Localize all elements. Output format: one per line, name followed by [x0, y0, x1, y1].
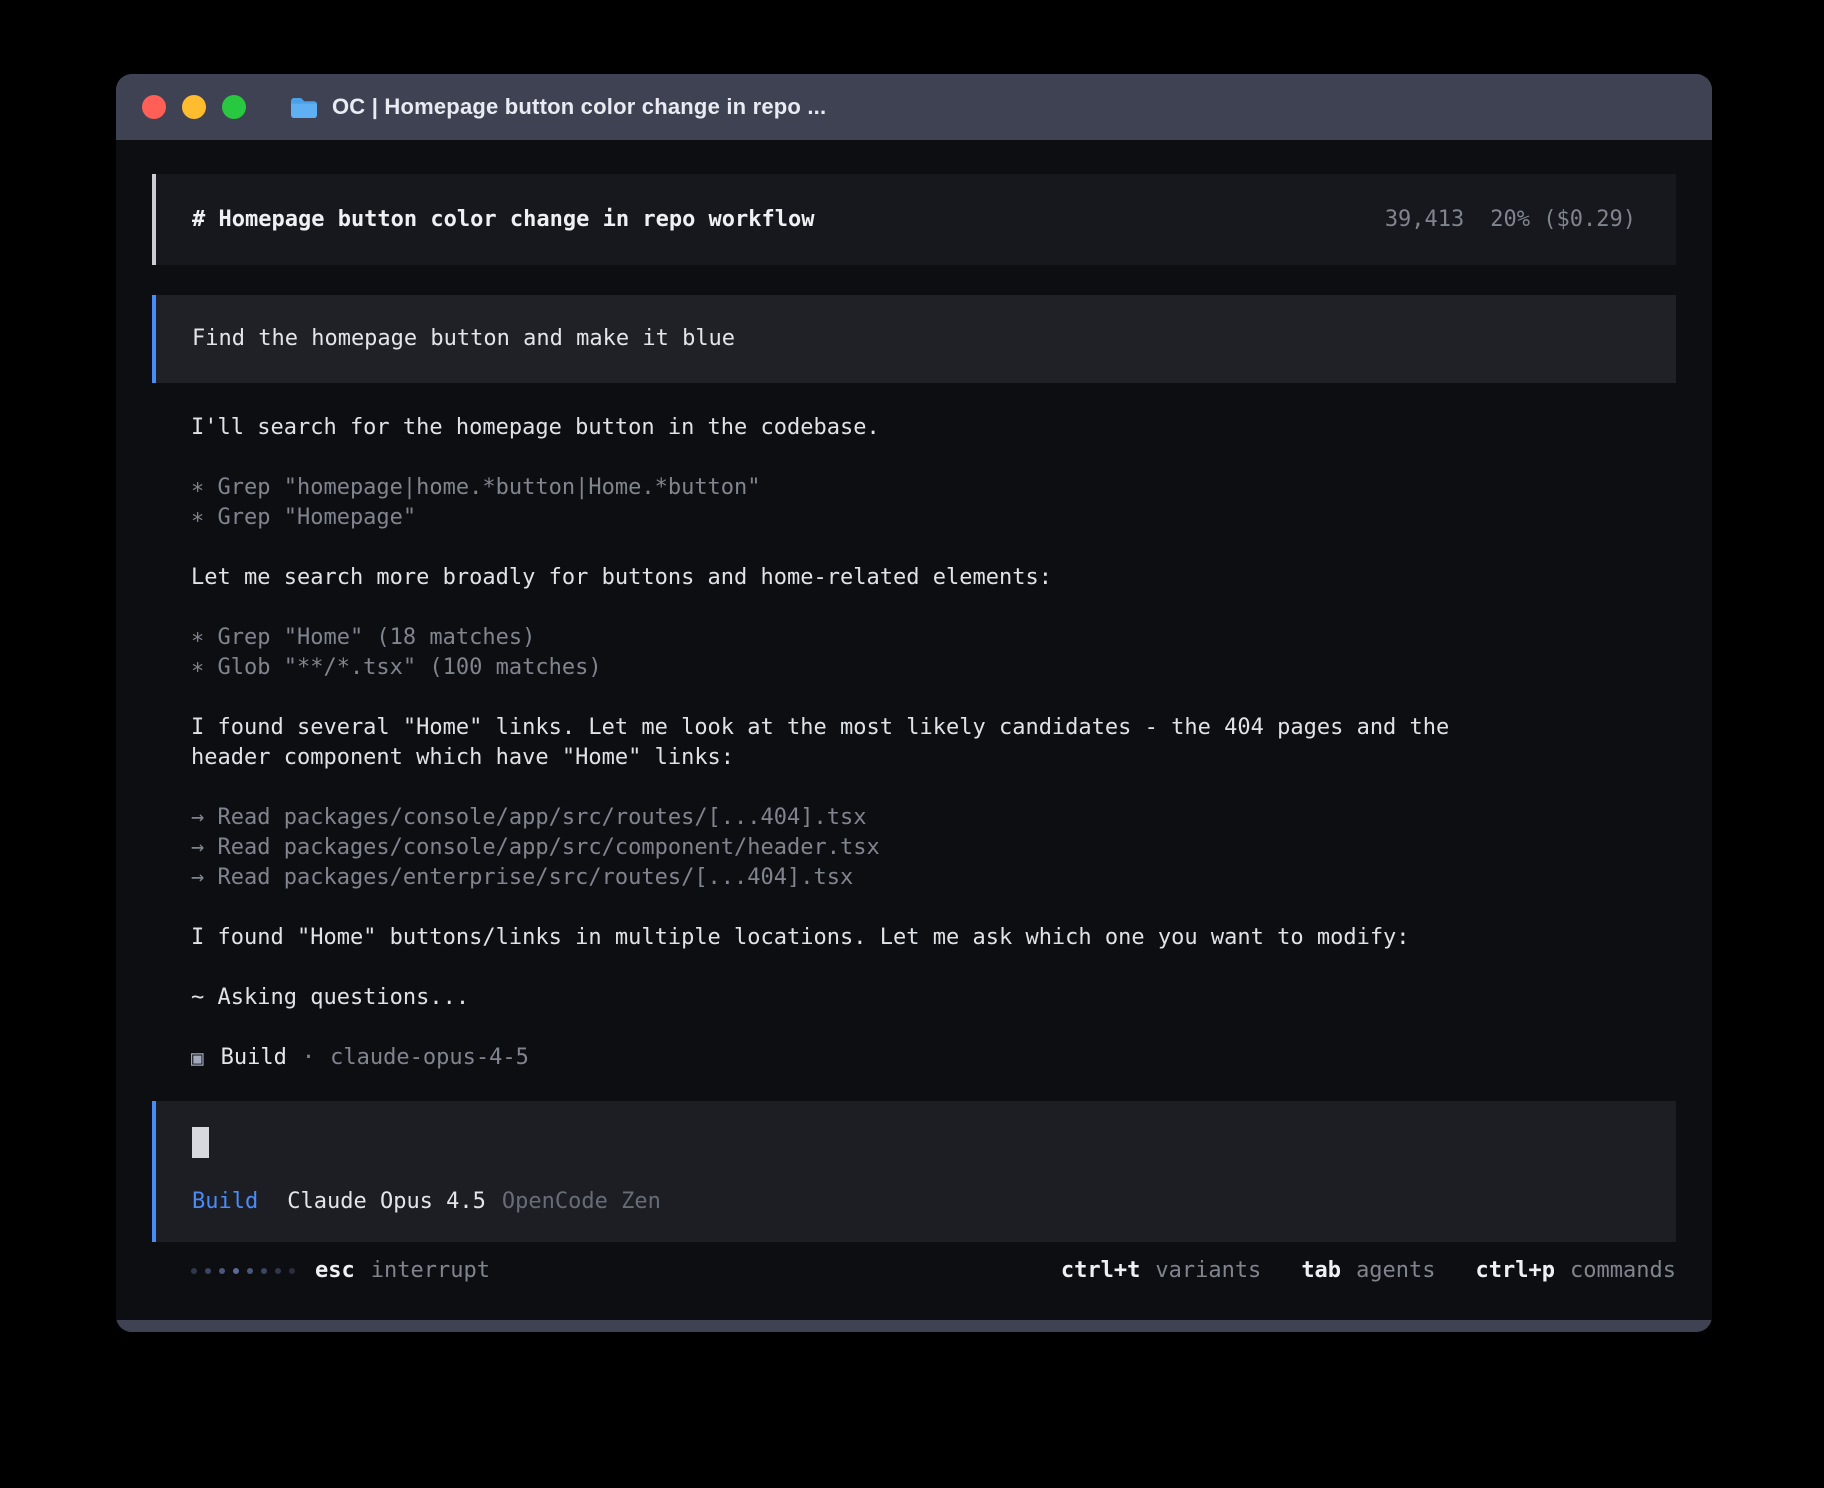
assistant-text: Let me search more broadly for buttons a… [191, 563, 1676, 593]
session-title: # Homepage button color change in repo w… [192, 205, 815, 235]
tool-call-lines: ∗ Grep "Home" (18 matches)∗ Glob "**/*.t… [191, 623, 1676, 683]
prompt-model: Claude Opus 4.5 [287, 1187, 486, 1217]
shortcut-hint: ctrl+pcommands [1476, 1256, 1676, 1286]
esc-key: esc [315, 1256, 355, 1286]
assistant-text: I found several "Home" links. Let me loo… [191, 713, 1676, 773]
agent-status: ▣ Build · claude-opus-4-5 [152, 1043, 1676, 1073]
shortcut-hint: tabagents [1301, 1256, 1435, 1286]
session-stats: 39,413 20% ($0.29) [1385, 205, 1636, 235]
app-window: OC | Homepage button color change in rep… [116, 74, 1712, 1332]
user-message: Find the homepage button and make it blu… [152, 295, 1676, 383]
agent-name: Build [221, 1043, 287, 1073]
assistant-text: I found "Home" buttons/links in multiple… [191, 923, 1676, 953]
status-bar: esc interrupt ctrl+tvariantstabagentsctr… [152, 1256, 1676, 1286]
status-left: esc interrupt [191, 1256, 490, 1286]
statusbar-shortcuts: ctrl+tvariants tabagents ctrl+pcommands [1061, 1256, 1676, 1286]
assistant-text: I'll search for the homepage button in t… [191, 413, 1676, 443]
session-header: # Homepage button color change in repo w… [152, 174, 1676, 265]
conversation: I'll search for the homepage button in t… [152, 383, 1676, 1043]
minimize-button[interactable] [182, 95, 206, 119]
terminal-pane: # Homepage button color change in repo w… [116, 140, 1712, 1320]
titlebar[interactable]: OC | Homepage button color change in rep… [116, 74, 1712, 140]
agent-build-icon: ▣ [191, 1043, 204, 1073]
traffic-lights [142, 95, 246, 119]
agent-separator: · [302, 1043, 315, 1073]
user-message-text: Find the homepage button and make it blu… [192, 324, 735, 354]
interrupt-label: interrupt [371, 1256, 490, 1286]
tool-call-lines: → Read packages/console/app/src/routes/[… [191, 803, 1676, 893]
spinner [191, 1268, 295, 1274]
prompt-mode: Build [192, 1187, 258, 1217]
zoom-button[interactable] [222, 95, 246, 119]
prompt-provider: OpenCode Zen [502, 1187, 661, 1217]
assistant-text: ~ Asking questions... [191, 983, 1676, 1013]
text-cursor [192, 1127, 209, 1158]
prompt-meta: Build Claude Opus 4.5 OpenCode Zen [192, 1187, 1636, 1217]
close-button[interactable] [142, 95, 166, 119]
context-usage: 20% ($0.29) [1490, 205, 1636, 235]
window-title: OC | Homepage button color change in rep… [332, 94, 826, 120]
shortcut-hint: ctrl+tvariants [1061, 1256, 1261, 1286]
window-title-group: OC | Homepage button color change in rep… [290, 94, 826, 120]
agent-model: claude-opus-4-5 [330, 1043, 529, 1073]
tool-call-lines: ∗ Grep "homepage|home.*button|Home.*butt… [191, 473, 1676, 533]
prompt-input[interactable]: Build Claude Opus 4.5 OpenCode Zen [152, 1101, 1676, 1242]
window-footer [116, 1320, 1712, 1332]
folder-icon [290, 96, 318, 119]
token-count: 39,413 [1385, 205, 1464, 235]
